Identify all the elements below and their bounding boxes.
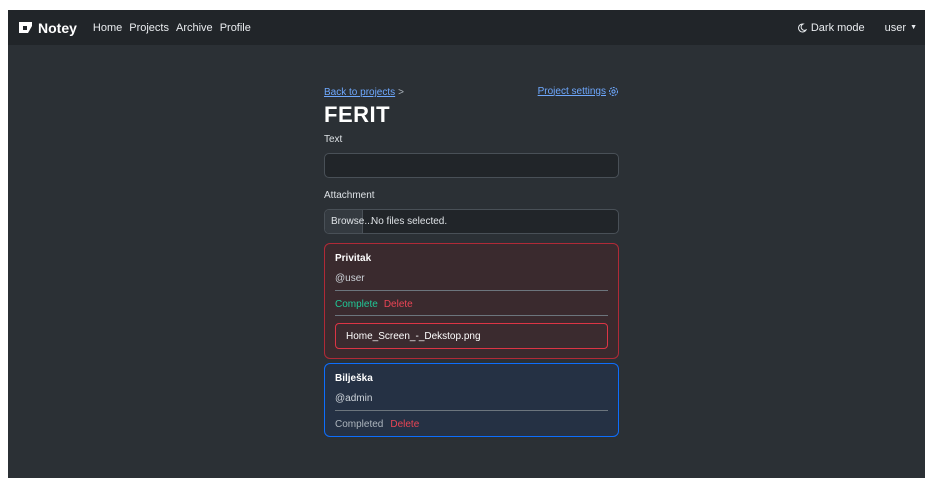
user-menu-label: user xyxy=(884,21,907,34)
breadcrumb-separator: > xyxy=(398,87,404,98)
brand-name: Notey xyxy=(38,19,77,36)
dark-mode-toggle[interactable]: Dark mode xyxy=(797,22,865,34)
main-content: Back to projects > Project settings FERIT… xyxy=(324,84,619,437)
nav-link-archive[interactable]: Archive xyxy=(176,22,213,34)
note-author: @user xyxy=(335,273,365,284)
dark-mode-label: Dark mode xyxy=(810,21,865,34)
attachment-label: Attachment xyxy=(324,190,375,201)
project-settings-link[interactable]: Project settings xyxy=(538,86,619,97)
divider xyxy=(335,410,608,411)
brand[interactable]: Notey xyxy=(18,20,77,36)
delete-button[interactable]: Delete xyxy=(390,419,419,430)
moon-icon xyxy=(797,22,807,32)
divider xyxy=(335,315,608,316)
text-input[interactable] xyxy=(324,153,619,178)
divider xyxy=(335,290,608,291)
page-title: FERIT xyxy=(324,102,391,127)
note-author: @admin xyxy=(335,393,373,404)
user-menu[interactable]: user ▼ xyxy=(885,22,917,34)
file-status: No files selected. xyxy=(371,216,448,227)
note-actions: Completed Delete xyxy=(335,417,608,431)
note-title: Privitak xyxy=(335,253,372,264)
project-settings-label: Project settings xyxy=(537,85,606,97)
note-actions: Complete Delete xyxy=(335,297,608,311)
note-card: Bilješka @admin Completed Delete xyxy=(324,363,619,437)
back-to-projects-link[interactable]: Back to projects xyxy=(324,87,395,98)
completed-button[interactable]: Completed xyxy=(335,419,383,430)
delete-button[interactable]: Delete xyxy=(384,299,413,310)
attachment-file-input[interactable]: Browse... No files selected. xyxy=(324,209,619,234)
complete-button[interactable]: Complete xyxy=(335,299,378,310)
app-window: Notey Home Projects Archive Profile Dark… xyxy=(8,10,925,478)
text-label: Text xyxy=(324,134,343,145)
breadcrumb: Back to projects > Project settings xyxy=(324,84,619,98)
caret-down-icon: ▼ xyxy=(910,24,917,31)
note-title: Bilješka xyxy=(335,373,373,384)
top-navbar: Notey Home Projects Archive Profile Dark… xyxy=(8,10,925,45)
gear-icon xyxy=(609,86,618,96)
note-card: Privitak @user Complete Delete Home_Scre… xyxy=(324,243,619,359)
nav-link-home[interactable]: Home xyxy=(93,22,122,34)
notey-logo-icon xyxy=(19,22,32,33)
attachment-link[interactable]: Home_Screen_-_Dekstop.png xyxy=(335,323,608,349)
nav-link-profile[interactable]: Profile xyxy=(220,22,251,34)
browse-button[interactable]: Browse... xyxy=(325,210,373,233)
nav-link-projects[interactable]: Projects xyxy=(129,22,169,34)
